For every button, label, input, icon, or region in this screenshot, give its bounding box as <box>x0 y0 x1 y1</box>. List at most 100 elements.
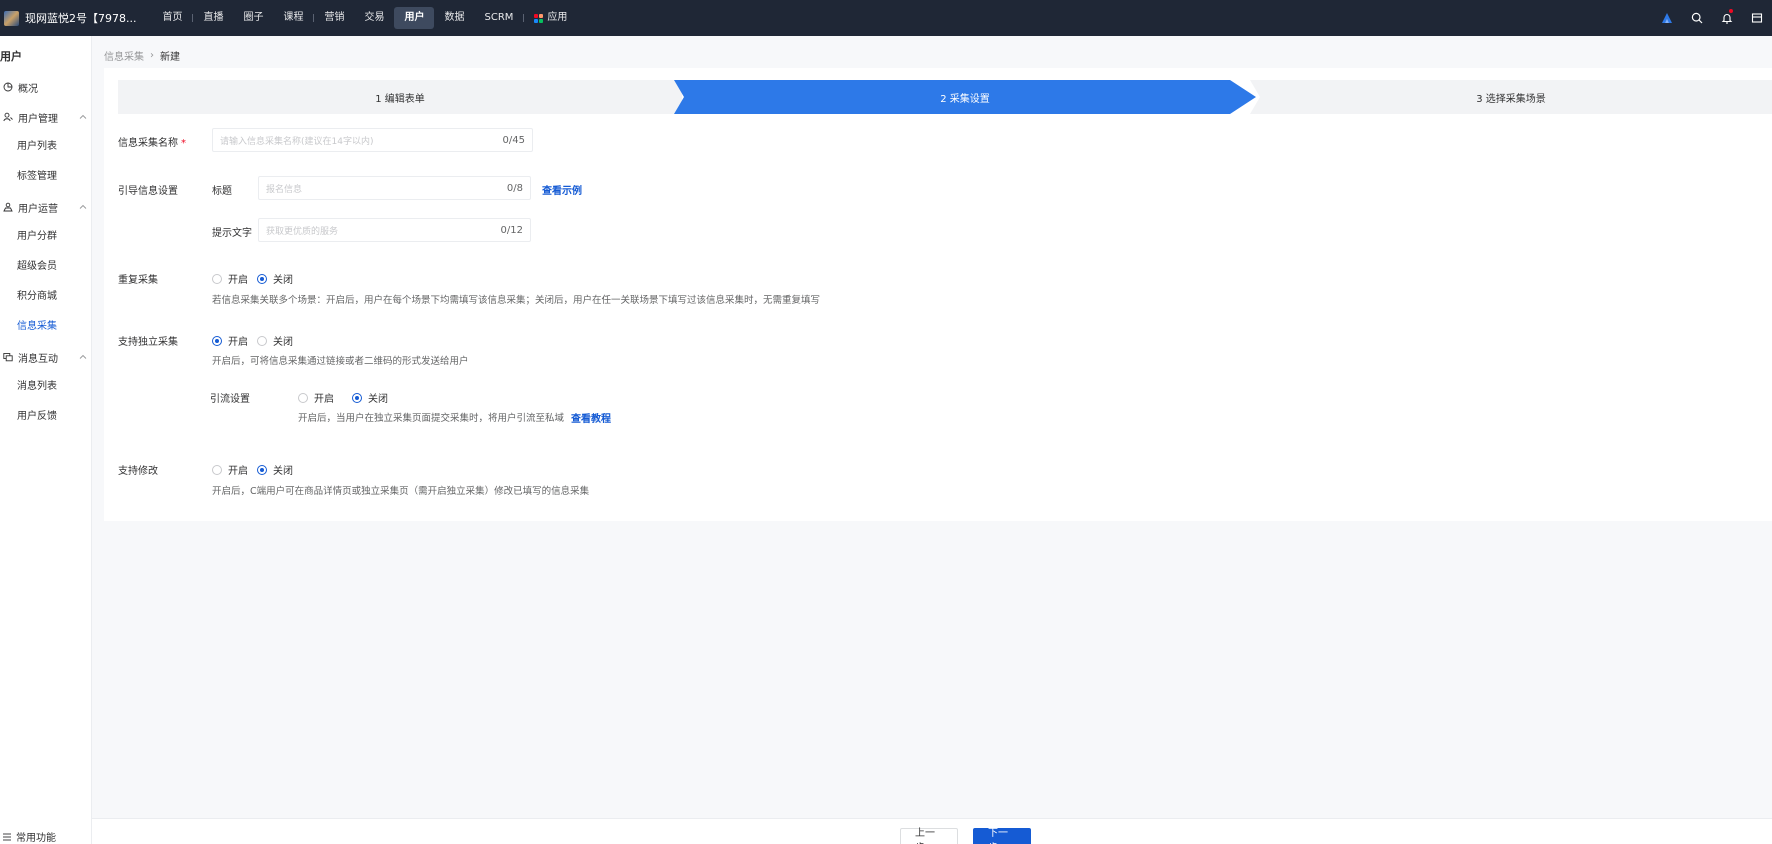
sidebar-title: 用户 <box>0 50 22 63</box>
independent-off-radio[interactable]: 关闭 <box>257 333 293 348</box>
nav-course[interactable]: 课程 <box>273 7 313 29</box>
info-name-count: 0/45 <box>502 134 525 146</box>
brand-icon[interactable] <box>1652 0 1682 36</box>
step-select-scene[interactable]: 3 选择采集场景 <box>1250 80 1772 114</box>
sidebar-item-overview[interactable]: 概况 <box>0 72 91 102</box>
radio-label: 关闭 <box>273 337 293 348</box>
operation-icon <box>2 201 14 213</box>
sidebar-group-message-interaction[interactable]: 消息互动 <box>0 342 91 372</box>
radio-circle <box>298 392 308 403</box>
radio-circle <box>257 273 267 284</box>
radio-label: 开启 <box>228 275 248 286</box>
repeat-collection-label: 重复采集 <box>118 275 158 286</box>
nav-apps-label: 应用 <box>547 12 568 23</box>
chevron-up-icon[interactable] <box>79 353 87 361</box>
modify-on-radio[interactable]: 开启 <box>212 462 248 477</box>
radio-circle <box>212 335 222 346</box>
radio-circle <box>257 335 267 346</box>
step-indicator: 1 编辑表单 2 采集设置 3 选择采集场景 <box>118 80 1772 114</box>
breadcrumb: 信息采集 › 新建 <box>104 48 180 63</box>
radio-circle <box>352 392 362 403</box>
message-icon <box>2 351 14 363</box>
shop-logo[interactable] <box>4 10 19 26</box>
repeat-off-radio[interactable]: 关闭 <box>257 271 293 286</box>
required-mark: * <box>181 138 186 149</box>
guide-title-placeholder: 报名信息 <box>266 184 303 195</box>
sidebar-item-overview-label: 概况 <box>18 83 38 95</box>
nav-data[interactable]: 数据 <box>434 7 474 29</box>
sidebar-item-user-segment[interactable]: 用户分群 <box>0 222 91 252</box>
radio-label: 关闭 <box>273 466 293 477</box>
shop-name[interactable]: 现网蓝悦2号【7978... <box>25 10 136 26</box>
bell-icon[interactable] <box>1712 0 1742 36</box>
radio-label: 开启 <box>314 394 334 405</box>
modify-help-text: 开启后，C端用户可在商品详情页或独立采集页（需开启独立采集）修改已填写的信息采集 <box>212 486 590 497</box>
guide-tip-placeholder: 获取更优质的服务 <box>266 226 339 237</box>
traffic-off-radio[interactable]: 关闭 <box>352 390 388 405</box>
chevron-up-icon[interactable] <box>79 113 87 121</box>
radio-circle <box>212 273 222 284</box>
next-step-button[interactable]: 下一步 <box>973 828 1031 844</box>
nav-live[interactable]: 直播 <box>193 7 233 29</box>
info-name-label-text: 信息采集名称 <box>118 138 178 149</box>
guide-tip-label: 提示文字 <box>212 228 252 239</box>
nav-apps[interactable]: 应用 <box>524 7 577 29</box>
traffic-help-text: 开启后，当用户在独立采集页面提交采集时，将用户引流至私域 <box>298 413 565 424</box>
modify-off-radio[interactable]: 关闭 <box>257 462 293 477</box>
guide-tip-count: 0/12 <box>500 224 523 236</box>
sidebar-group-label: 用户管理 <box>18 113 58 125</box>
breadcrumb-parent[interactable]: 信息采集 <box>104 48 144 63</box>
sidebar-common-functions-label: 常用功能 <box>16 833 56 844</box>
sidebar-common-functions[interactable]: 常用功能 <box>0 822 92 844</box>
sidebar-item-tag-management[interactable]: 标签管理 <box>0 162 91 192</box>
chevron-right-icon: › <box>150 50 154 61</box>
step-collection-settings[interactable]: 2 采集设置 <box>674 80 1256 114</box>
main-nav: 首页 直播 圈子 课程 营销 交易 用户 数据 SCRM 应用 <box>152 7 577 29</box>
user-icon <box>2 111 14 123</box>
sidebar-item-user-feedback[interactable]: 用户反馈 <box>0 402 91 432</box>
nav-circle[interactable]: 圈子 <box>233 7 273 29</box>
independent-help-text: 开启后，可将信息采集通过链接或者二维码的形式发送给用户 <box>212 356 469 367</box>
sidebar: 用户 概况 用户管理 用户列表 标签管理 用户运营 用户分群 超级会员 积分商城… <box>0 36 92 844</box>
nav-scrm[interactable]: SCRM <box>474 7 523 29</box>
traffic-on-radio[interactable]: 开启 <box>298 390 334 405</box>
sidebar-group-user-management[interactable]: 用户管理 <box>0 102 91 132</box>
apps-grid-icon <box>534 13 544 23</box>
view-example-link[interactable]: 查看示例 <box>542 182 582 197</box>
view-tutorial-link[interactable]: 查看教程 <box>571 410 611 425</box>
guide-title-label: 标题 <box>212 186 232 197</box>
guide-title-input[interactable]: 报名信息 0/8 <box>258 176 531 200</box>
top-navbar: 现网蓝悦2号【7978... 首页 直播 圈子 课程 营销 交易 用户 数据 S… <box>0 0 1772 36</box>
info-name-input[interactable]: 请输入信息采集名称(建议在14字以内) 0/45 <box>212 128 533 152</box>
nav-users[interactable]: 用户 <box>394 7 435 29</box>
sidebar-item-info-collection[interactable]: 信息采集 <box>0 312 91 342</box>
repeat-on-radio[interactable]: 开启 <box>212 271 248 286</box>
sidebar-item-user-list[interactable]: 用户列表 <box>0 132 91 162</box>
prev-step-button[interactable]: 上一步 <box>900 828 958 844</box>
nav-trade[interactable]: 交易 <box>354 7 394 29</box>
sidebar-item-super-member[interactable]: 超级会员 <box>0 252 91 282</box>
sidebar-group-user-operation[interactable]: 用户运营 <box>0 192 91 222</box>
independent-on-radio[interactable]: 开启 <box>212 333 248 348</box>
nav-home[interactable]: 首页 <box>152 7 192 29</box>
radio-circle <box>257 464 267 475</box>
support-modify-label: 支持修改 <box>118 466 158 477</box>
guide-tip-input[interactable]: 获取更优质的服务 0/12 <box>258 218 531 242</box>
sidebar-item-message-list[interactable]: 消息列表 <box>0 372 91 402</box>
sidebar-group-label: 消息互动 <box>18 353 58 365</box>
sidebar-group-label: 用户运营 <box>18 203 58 215</box>
radio-label: 关闭 <box>273 275 293 286</box>
info-name-label: 信息采集名称 * <box>118 134 186 149</box>
radio-label: 开启 <box>228 466 248 477</box>
search-icon[interactable] <box>1682 0 1712 36</box>
step-edit-form[interactable]: 1 编辑表单 <box>118 80 682 114</box>
radio-label: 关闭 <box>368 394 388 405</box>
nav-marketing[interactable]: 营销 <box>314 7 354 29</box>
repeat-help-text: 若信息采集关联多个场景：开启后，用户在每个场景下均需填写该信息采集；关闭后，用户… <box>212 295 821 306</box>
independent-collection-label: 支持独立采集 <box>118 337 178 348</box>
top-right-tools <box>1652 0 1772 36</box>
sidebar-item-points-mall[interactable]: 积分商城 <box>0 282 91 312</box>
chevron-up-icon[interactable] <box>79 203 87 211</box>
store-icon[interactable] <box>1742 0 1772 36</box>
guide-settings-label: 引导信息设置 <box>118 186 178 197</box>
